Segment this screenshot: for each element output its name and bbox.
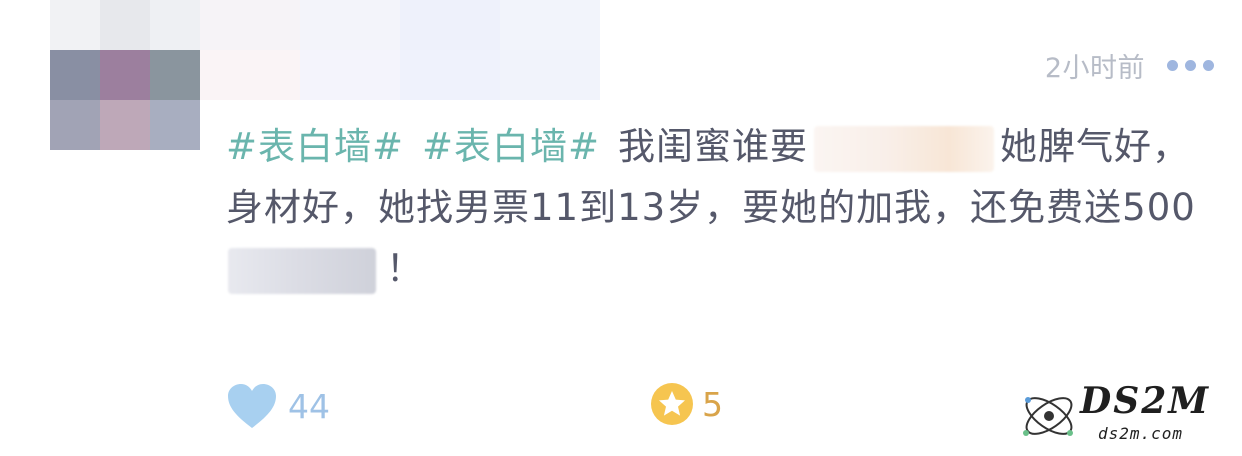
post-meta: 2小时前 [1045, 46, 1214, 85]
avatar[interactable] [50, 50, 200, 150]
post-timestamp: 2小时前 [1044, 53, 1145, 84]
more-dots-icon[interactable] [1167, 60, 1214, 71]
favorite-count: 5 [702, 384, 723, 424]
like-button[interactable]: 44 [226, 382, 330, 430]
favorite-button[interactable]: 5 [650, 382, 723, 426]
redacted-text-blur [228, 247, 376, 294]
redacted-text-blur [814, 125, 995, 172]
star-icon [651, 383, 693, 425]
atom-logo-icon [1023, 397, 1073, 436]
hashtag-link[interactable]: #表白墙# [226, 125, 404, 168]
post-text-segment: 我闺蜜谁要 [618, 125, 809, 168]
heart-icon [228, 384, 276, 428]
watermark-logo: DS2M ds2m.com [1018, 378, 1228, 450]
watermark-url: ds2m.com [1098, 424, 1184, 443]
hashtag-link[interactable]: #表白墙# [422, 125, 600, 168]
post-text-segment: ！ [386, 247, 424, 290]
watermark-brand: DS2M [1080, 380, 1211, 422]
like-count: 44 [288, 386, 330, 426]
post-content: #表白墙# #表白墙# 我闺蜜谁要 她脾气好，身材好，她找男票11到13岁，要她的加我… [226, 116, 1216, 299]
